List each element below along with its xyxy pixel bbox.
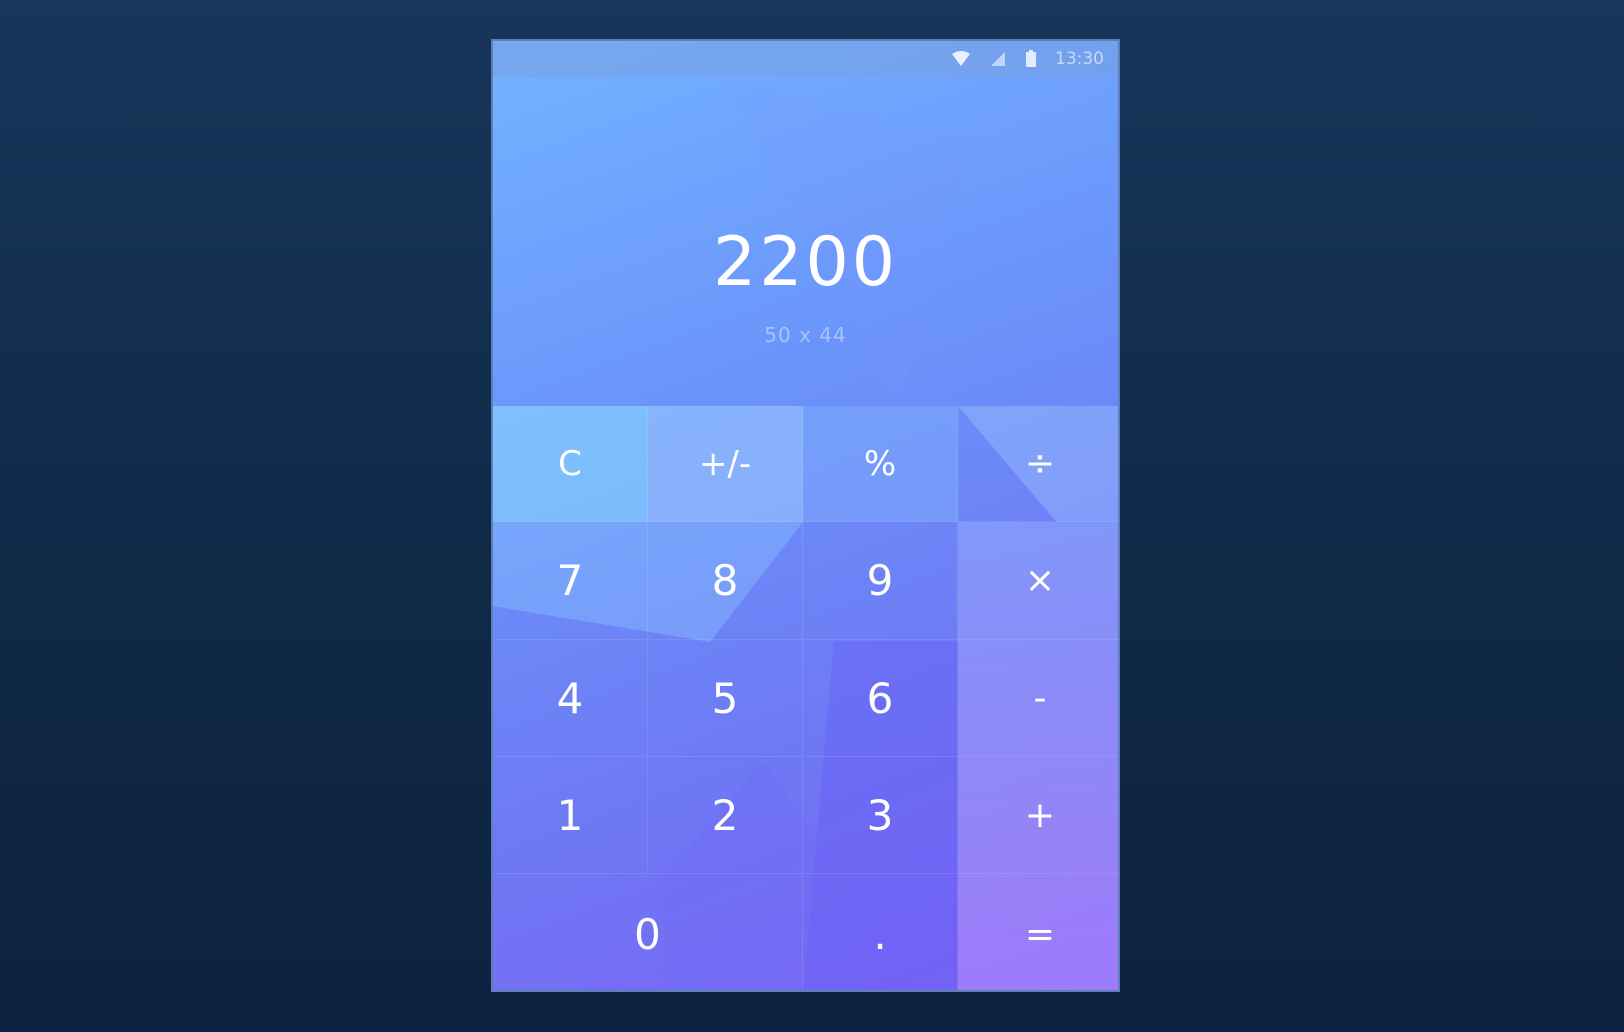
- digit-2-button[interactable]: 2: [648, 757, 803, 874]
- digit-3-button[interactable]: 3: [803, 757, 958, 874]
- calculator-display: 2200 50 x 44: [493, 77, 1118, 445]
- decimal-button[interactable]: .: [803, 874, 958, 990]
- digit-6-button[interactable]: 6: [803, 640, 958, 757]
- digit-9-button[interactable]: 9: [803, 522, 958, 640]
- calculator-app: 13:30 2200 50 x 44 C +/- % ÷ 7 8 9 × 4 5…: [491, 39, 1120, 992]
- equals-button[interactable]: =: [958, 874, 1118, 990]
- percent-button[interactable]: %: [803, 406, 958, 522]
- status-time: 13:30: [1055, 49, 1104, 69]
- signal-icon: [989, 51, 1007, 67]
- wifi-icon: [951, 51, 971, 67]
- expression-text: 50 x 44: [764, 323, 847, 347]
- digit-7-button[interactable]: 7: [493, 522, 648, 640]
- digit-1-button[interactable]: 1: [493, 757, 648, 874]
- digit-5-button[interactable]: 5: [648, 640, 803, 757]
- keypad: C +/- % ÷ 7 8 9 × 4 5 6 - 1 2 3 + 0 . =: [493, 406, 1118, 990]
- digit-4-button[interactable]: 4: [493, 640, 648, 757]
- sign-toggle-button[interactable]: +/-: [648, 406, 803, 522]
- add-button[interactable]: +: [958, 757, 1118, 874]
- divide-button[interactable]: ÷: [958, 406, 1118, 522]
- clear-button[interactable]: C: [493, 406, 648, 522]
- digit-8-button[interactable]: 8: [648, 522, 803, 640]
- multiply-button[interactable]: ×: [958, 522, 1118, 640]
- status-bar: 13:30: [493, 41, 1118, 77]
- result-value: 2200: [712, 223, 899, 302]
- subtract-button[interactable]: -: [958, 640, 1118, 757]
- digit-0-button[interactable]: 0: [493, 874, 803, 990]
- battery-icon: [1025, 50, 1037, 68]
